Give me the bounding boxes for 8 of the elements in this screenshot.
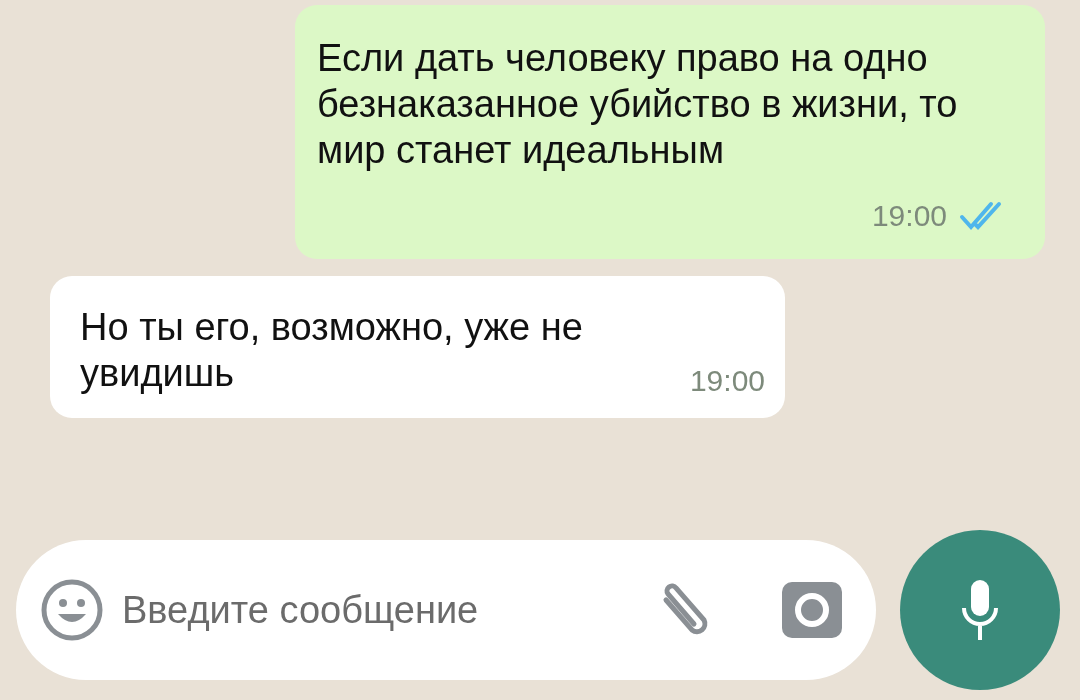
emoji-icon[interactable] bbox=[40, 578, 104, 642]
message-text: Но ты его, возможно, уже не увидишь bbox=[80, 305, 584, 396]
message-time: 19:00 bbox=[871, 198, 947, 234]
camera-icon[interactable] bbox=[780, 580, 844, 640]
message-text: Если дать человеку право на одно безнаказанное убийство в жизни, то мир станет идеальным bbox=[317, 36, 959, 173]
message-time: 19:00 bbox=[689, 363, 765, 399]
message-field[interactable]: Введите сообщение bbox=[120, 580, 570, 640]
microphone-icon bbox=[960, 578, 1000, 642]
